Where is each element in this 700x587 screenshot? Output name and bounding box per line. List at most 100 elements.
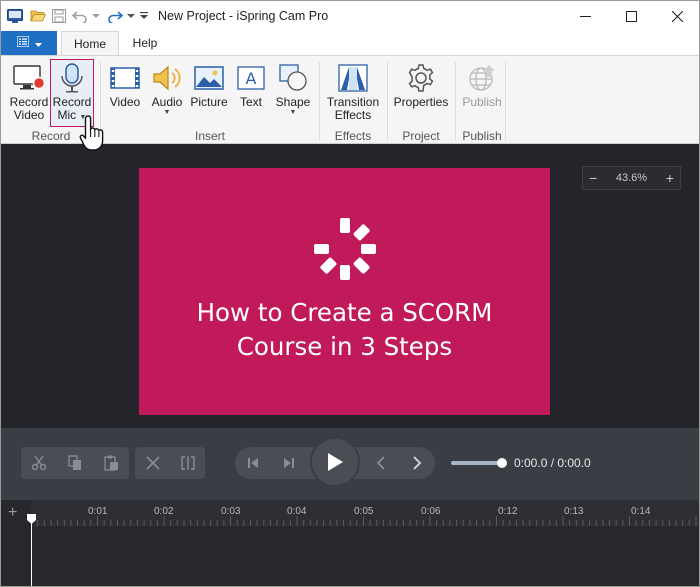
split-button[interactable]: [170, 447, 205, 479]
paste-icon: [104, 455, 118, 471]
group-separator: [505, 62, 506, 140]
group-separator: [455, 62, 456, 140]
time-display: 0:00.0 / 0:00.0: [514, 456, 591, 470]
canvas-area: − 43.6% + How to Create a SCORM Course i…: [1, 144, 699, 428]
redo-icon[interactable]: [107, 8, 123, 24]
zoom-level: 43.6%: [615, 172, 648, 184]
slide-title-line-2: Course in 3 Steps: [236, 332, 453, 361]
play-button[interactable]: [310, 437, 360, 487]
menu-icon: [15, 35, 30, 50]
group-project-label: Project: [402, 129, 440, 143]
file-menu-button[interactable]: [1, 31, 57, 55]
volume-slider[interactable]: [451, 461, 503, 465]
transition-effects-button[interactable]: Transition Effects: [325, 60, 381, 130]
record-video-label-2: Video: [13, 108, 45, 122]
delete-split-group: [135, 447, 205, 479]
skip-end-icon: [284, 458, 294, 468]
record-video-button[interactable]: Record Video: [7, 60, 51, 130]
text-icon: A: [232, 60, 270, 96]
tick-label: 0:14: [631, 506, 651, 517]
tick-label: 0:03: [221, 506, 241, 517]
undo-dropdown-icon[interactable]: [91, 8, 101, 24]
timeline: + 0:01 0:02 0:03 0:04 0:05 0:06 0:12 0:1…: [1, 500, 699, 586]
add-track-button[interactable]: +: [8, 504, 17, 522]
ispring-logo-icon: [314, 218, 376, 280]
go-to-start-button[interactable]: [235, 447, 271, 479]
paste-button[interactable]: [93, 447, 129, 479]
folder-open-icon[interactable]: [30, 8, 46, 24]
insert-audio-label: Audio: [151, 95, 183, 109]
tick-label: 0:04: [287, 506, 307, 517]
speaker-icon: [148, 60, 186, 96]
group-effects-label: Effects: [334, 129, 372, 143]
tab-help[interactable]: Help: [125, 31, 165, 55]
chevron-down-icon: [34, 36, 42, 50]
audio-caret-icon: ▼: [163, 109, 171, 116]
group-publish-label: Publish: [462, 129, 502, 143]
split-icon: [180, 456, 195, 470]
publish-button[interactable]: Publish: [459, 60, 505, 130]
copy-button[interactable]: [57, 447, 93, 479]
playhead-line[interactable]: [31, 514, 32, 586]
go-to-end-button[interactable]: [271, 447, 307, 479]
slide-title-line-1: How to Create a SCORM: [196, 298, 493, 327]
tick-label: 0:02: [154, 506, 174, 517]
zoom-control: − 43.6% +: [582, 166, 681, 190]
skip-start-icon: [248, 458, 258, 468]
gear-icon: [402, 60, 440, 96]
scissors-icon: [31, 455, 47, 471]
timeline-ruler[interactable]: 0:01 0:02 0:03 0:04 0:05 0:06 0:12 0:13 …: [31, 500, 699, 526]
insert-video-button[interactable]: Video: [105, 60, 145, 130]
play-icon: [328, 453, 343, 471]
insert-audio-button[interactable]: Audio ▼: [147, 60, 187, 130]
properties-button[interactable]: Properties: [393, 60, 449, 130]
delete-button[interactable]: [135, 447, 170, 479]
group-insert-label: Insert: [194, 129, 225, 143]
insert-text-button[interactable]: A Text: [231, 60, 271, 130]
tick-label: 0:13: [564, 506, 584, 517]
zoom-out-button[interactable]: −: [589, 170, 597, 186]
previous-button[interactable]: [363, 447, 399, 479]
customize-caret-icon[interactable]: [139, 8, 149, 24]
record-video-icon: [10, 60, 48, 96]
slide-preview[interactable]: How to Create a SCORM Course in 3 Steps: [139, 168, 550, 415]
maximize-button[interactable]: [608, 1, 654, 31]
film-icon: [106, 60, 144, 96]
insert-shape-button[interactable]: Shape ▼: [273, 60, 313, 130]
group-separator: [387, 62, 388, 140]
undo-icon[interactable]: [72, 8, 88, 24]
chevron-left-icon: [376, 456, 385, 470]
hand-cursor-icon: [79, 115, 104, 151]
transition-label-2: Effects: [334, 108, 372, 122]
redo-dropdown-icon[interactable]: [126, 8, 136, 24]
slide-title: How to Create a SCORM Course in 3 Steps: [139, 296, 550, 364]
transition-icon: [334, 60, 372, 96]
playback-controls: 0:00.0 / 0:00.0: [1, 428, 699, 500]
title-bar: New Project - iSpring Cam Pro: [1, 1, 699, 31]
zoom-in-button[interactable]: +: [666, 170, 674, 186]
tick-label: 0:05: [354, 506, 374, 517]
minimize-button[interactable]: [562, 1, 608, 31]
save-icon[interactable]: [51, 8, 67, 24]
publish-label: Publish: [462, 95, 502, 109]
svg-text:A: A: [246, 69, 257, 88]
tab-home[interactable]: Home: [61, 31, 119, 56]
microphone-icon: [53, 60, 91, 96]
delete-x-icon: [145, 456, 160, 470]
insert-text-label: Text: [239, 95, 262, 109]
chevron-right-icon: [413, 456, 422, 470]
cut-button[interactable]: [21, 447, 57, 479]
volume-slider-handle[interactable]: [497, 458, 507, 468]
insert-shape-label: Shape: [275, 95, 311, 109]
shape-icon: [274, 60, 312, 96]
close-button[interactable]: [654, 1, 699, 31]
next-button[interactable]: [399, 447, 435, 479]
insert-picture-button[interactable]: Picture: [189, 60, 229, 130]
properties-label: Properties: [393, 95, 449, 109]
insert-picture-label: Picture: [190, 95, 228, 109]
window-title: New Project - iSpring Cam Pro: [158, 9, 329, 23]
insert-video-label: Video: [109, 95, 141, 109]
tick-label: 0:12: [498, 506, 518, 517]
app-icon[interactable]: [7, 8, 23, 24]
tick-label: 0:06: [421, 506, 441, 517]
